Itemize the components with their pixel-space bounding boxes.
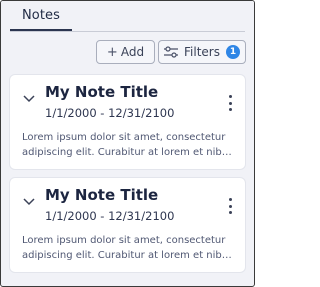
more-vertical-icon[interactable]	[227, 95, 233, 111]
note-title: My Note Title	[45, 186, 159, 204]
note-body: Lorem ipsum dolor sit amet, consectetur …	[22, 233, 236, 263]
filters-button-label: Filters	[184, 45, 220, 59]
add-button-label: Add	[120, 45, 145, 59]
note-body-line: adipiscing elit. Curabitur at lorem et n…	[22, 250, 236, 261]
filters-count-badge: 1	[225, 45, 240, 59]
tab-bar: Notes	[1, 1, 254, 32]
note-body-line: Lorem ipsum dolor sit amet, consectetur	[22, 235, 226, 246]
tab-notes[interactable]: Notes	[10, 1, 72, 31]
note-title: My Note Title	[45, 83, 159, 101]
note-date-range: 1/1/2000 - 12/31/2100	[45, 106, 175, 120]
filters-button[interactable]: Filters 1	[158, 40, 246, 64]
add-button[interactable]: + Add	[96, 40, 155, 64]
more-vertical-icon[interactable]	[227, 198, 233, 214]
plus-icon: +	[106, 44, 118, 60]
tab-divider	[10, 31, 245, 32]
chevron-down-icon[interactable]	[23, 95, 35, 103]
note-card[interactable]: My Note Title 1/1/2000 - 12/31/2100 Lore…	[10, 178, 245, 272]
note-card[interactable]: My Note Title 1/1/2000 - 12/31/2100 Lore…	[10, 75, 245, 169]
chevron-down-icon[interactable]	[23, 198, 35, 206]
note-body-line: adipiscing elit. Curabitur at lorem et n…	[22, 147, 236, 158]
notes-panel: Notes + Add Filters 1 My Note Title 1/1/…	[0, 0, 255, 287]
note-body: Lorem ipsum dolor sit amet, consectetur …	[22, 130, 236, 160]
note-date-range: 1/1/2000 - 12/31/2100	[45, 209, 175, 223]
sliders-icon	[164, 46, 178, 58]
note-body-line: Lorem ipsum dolor sit amet, consectetur	[22, 132, 226, 143]
